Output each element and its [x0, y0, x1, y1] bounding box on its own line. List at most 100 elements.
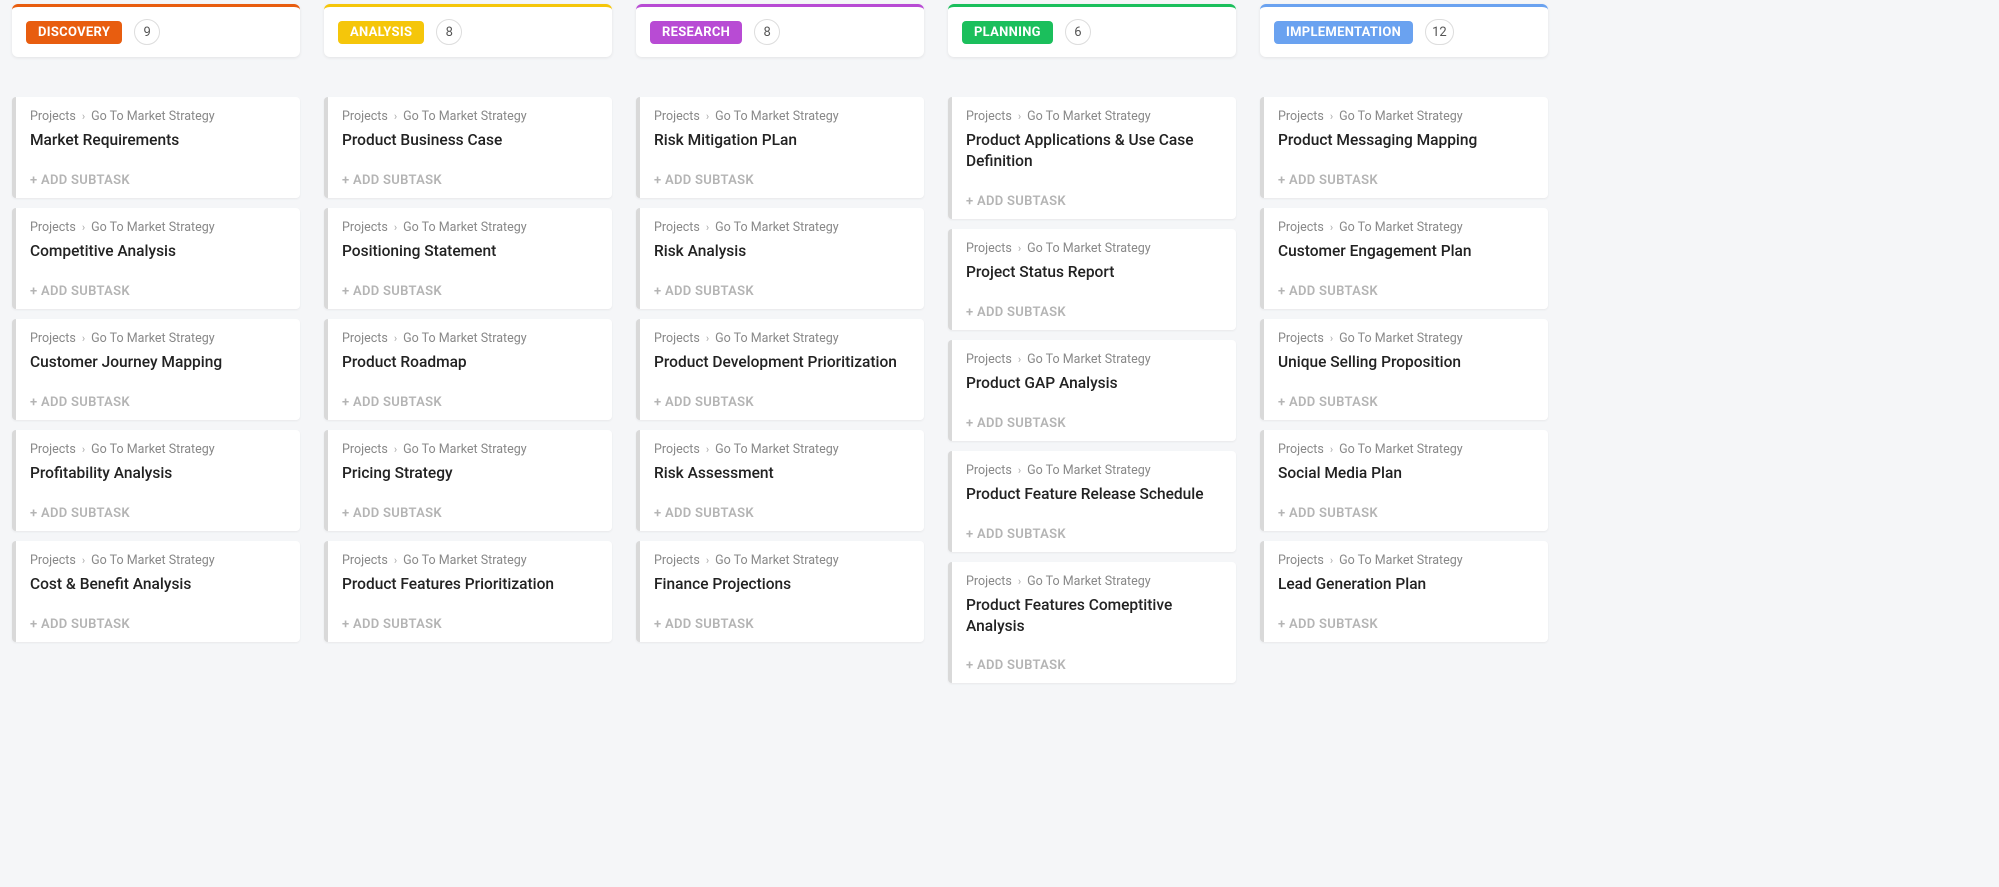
task-title[interactable]: Cost & Benefit Analysis [30, 574, 286, 595]
breadcrumb-leaf[interactable]: Go To Market Strategy [715, 331, 839, 346]
task-title[interactable]: Positioning Statement [342, 241, 598, 262]
add-subtask-button[interactable]: + ADD SUBTASK [342, 173, 598, 188]
breadcrumb[interactable]: Projects›Go To Market Strategy [1278, 109, 1534, 124]
task-card[interactable]: Projects›Go To Market StrategyProduct Ro… [324, 319, 612, 420]
task-title[interactable]: Risk Mitigation PLan [654, 130, 910, 151]
task-card[interactable]: Projects›Go To Market StrategyFinance Pr… [636, 541, 924, 642]
breadcrumb-root[interactable]: Projects [342, 109, 388, 124]
breadcrumb-leaf[interactable]: Go To Market Strategy [91, 442, 215, 457]
task-card[interactable]: Projects›Go To Market Strategy Customer E… [1260, 208, 1548, 309]
task-title[interactable]: Product Features Prioritization [342, 574, 598, 595]
task-card[interactable]: Projects›Go To Market Strategy Project St… [948, 229, 1236, 330]
breadcrumb-leaf[interactable]: Go To Market Strategy [715, 109, 839, 124]
task-title[interactable]: Product Roadmap [342, 352, 598, 373]
breadcrumb-root[interactable]: Projects [966, 241, 1012, 256]
task-title[interactable]: Risk Assessment [654, 463, 910, 484]
breadcrumb-root[interactable]: Projects [654, 442, 700, 457]
column-header-analysis[interactable]: ANALYSIS8 [324, 4, 612, 57]
breadcrumb-root[interactable]: Projects [342, 220, 388, 235]
add-subtask-button[interactable]: + ADD SUBTASK [966, 658, 1222, 673]
breadcrumb[interactable]: Projects›Go To Market Strategy [654, 442, 910, 457]
task-card[interactable]: Projects›Go To Market StrategyProduct Fe… [948, 451, 1236, 552]
task-card[interactable]: Projects›Go To Market Strategy Profitabil… [12, 430, 300, 531]
add-subtask-button[interactable]: + ADD SUBTASK [654, 395, 910, 410]
task-title[interactable]: Unique Selling Proposition [1278, 352, 1534, 373]
task-title[interactable]: Project Status Report [966, 262, 1222, 283]
task-card[interactable]: Projects›Go To Market StrategyRisk Analy… [636, 208, 924, 309]
breadcrumb-root[interactable]: Projects [30, 220, 76, 235]
breadcrumb-root[interactable]: Projects [966, 574, 1012, 589]
task-title[interactable]: Finance Projections [654, 574, 910, 595]
breadcrumb[interactable]: Projects›Go To Market Strategy [966, 109, 1222, 124]
breadcrumb[interactable]: Projects›Go To Market Strategy [966, 241, 1222, 256]
task-card[interactable]: Projects›Go To Market Strategy Positionin… [324, 208, 612, 309]
add-subtask-button[interactable]: + ADD SUBTASK [342, 506, 598, 521]
add-subtask-button[interactable]: + ADD SUBTASK [342, 617, 598, 632]
breadcrumb-root[interactable]: Projects [342, 553, 388, 568]
add-subtask-button[interactable]: + ADD SUBTASK [1278, 506, 1534, 521]
breadcrumb[interactable]: Projects›Go To Market Strategy [30, 331, 286, 346]
breadcrumb-leaf[interactable]: Go To Market Strategy [715, 220, 839, 235]
task-card[interactable]: Projects›Go To Market Strategy Customer J… [12, 319, 300, 420]
task-card[interactable]: Projects›Go To Market Strategy Product Fe… [948, 562, 1236, 684]
breadcrumb[interactable]: Projects›Go To Market Strategy [1278, 442, 1534, 457]
task-title[interactable]: Product Features Comeptitive Analysis [966, 595, 1222, 637]
breadcrumb[interactable]: Projects›Go To Market Strategy [30, 442, 286, 457]
breadcrumb-root[interactable]: Projects [966, 352, 1012, 367]
add-subtask-button[interactable]: + ADD SUBTASK [30, 506, 286, 521]
breadcrumb-root[interactable]: Projects [1278, 553, 1324, 568]
add-subtask-button[interactable]: + ADD SUBTASK [654, 173, 910, 188]
task-title[interactable]: Profitability Analysis [30, 463, 286, 484]
breadcrumb[interactable]: Projects›Go To Market Strategy [654, 331, 910, 346]
breadcrumb[interactable]: Projects›Go To Market Strategy [342, 109, 598, 124]
breadcrumb-leaf[interactable]: Go To Market Strategy [403, 220, 527, 235]
task-card[interactable]: Projects›Go To Market StrategyRisk Mitig… [636, 97, 924, 198]
breadcrumb[interactable]: Projects›Go To Market Strategy [1278, 553, 1534, 568]
breadcrumb[interactable]: Projects›Go To Market Strategy [966, 463, 1222, 478]
breadcrumb[interactable]: Projects›Go To Market Strategy [966, 352, 1222, 367]
task-title[interactable]: Customer Engagement Plan [1278, 241, 1534, 262]
task-card[interactable]: Projects›Go To Market Strategy Product De… [636, 319, 924, 420]
task-card[interactable]: Projects›Go To Market StrategyProduct GA… [948, 340, 1236, 441]
task-card[interactable]: Projects›Go To Market StrategyPricing St… [324, 430, 612, 531]
breadcrumb-leaf[interactable]: Go To Market Strategy [91, 331, 215, 346]
breadcrumb-root[interactable]: Projects [966, 463, 1012, 478]
breadcrumb-leaf[interactable]: Go To Market Strategy [715, 553, 839, 568]
task-title[interactable]: Social Media Plan [1278, 463, 1534, 484]
task-title[interactable]: Market Requirements [30, 130, 286, 151]
breadcrumb-leaf[interactable]: Go To Market Strategy [1027, 109, 1151, 124]
task-title[interactable]: Competitive Analysis [30, 241, 286, 262]
breadcrumb-root[interactable]: Projects [654, 109, 700, 124]
add-subtask-button[interactable]: + ADD SUBTASK [654, 284, 910, 299]
column-header-implementation[interactable]: IMPLEMENTATION12 [1260, 4, 1548, 57]
add-subtask-button[interactable]: + ADD SUBTASK [1278, 173, 1534, 188]
breadcrumb[interactable]: Projects›Go To Market Strategy [654, 220, 910, 235]
task-card[interactable]: Projects›Go To Market StrategyCompetitiv… [12, 208, 300, 309]
task-title[interactable]: Product Business Case [342, 130, 598, 151]
breadcrumb-root[interactable]: Projects [30, 109, 76, 124]
task-card[interactable]: Projects›Go To Market Strategy Product Bu… [324, 97, 612, 198]
task-card[interactable]: Projects›Go To Market StrategyCost & Ben… [12, 541, 300, 642]
breadcrumb[interactable]: Projects›Go To Market Strategy [1278, 331, 1534, 346]
add-subtask-button[interactable]: + ADD SUBTASK [966, 416, 1222, 431]
breadcrumb-leaf[interactable]: Go To Market Strategy [715, 442, 839, 457]
breadcrumb-root[interactable]: Projects [654, 220, 700, 235]
breadcrumb-root[interactable]: Projects [1278, 220, 1324, 235]
breadcrumb-leaf[interactable]: Go To Market Strategy [403, 331, 527, 346]
breadcrumb-leaf[interactable]: Go To Market Strategy [1339, 442, 1463, 457]
task-title[interactable]: Product Development Prioritization [654, 352, 910, 373]
add-subtask-button[interactable]: + ADD SUBTASK [966, 305, 1222, 320]
task-card[interactable]: Projects›Go To Market StrategyProduct Fe… [324, 541, 612, 642]
task-title[interactable]: Pricing Strategy [342, 463, 598, 484]
breadcrumb[interactable]: Projects›Go To Market Strategy [342, 220, 598, 235]
breadcrumb-leaf[interactable]: Go To Market Strategy [403, 442, 527, 457]
task-title[interactable]: Product Messaging Mapping [1278, 130, 1534, 151]
breadcrumb-leaf[interactable]: Go To Market Strategy [1027, 241, 1151, 256]
breadcrumb-root[interactable]: Projects [654, 553, 700, 568]
task-title[interactable]: Customer Journey Mapping [30, 352, 286, 373]
add-subtask-button[interactable]: + ADD SUBTASK [342, 395, 598, 410]
breadcrumb-root[interactable]: Projects [1278, 331, 1324, 346]
breadcrumb-root[interactable]: Projects [966, 109, 1012, 124]
breadcrumb[interactable]: Projects›Go To Market Strategy [966, 574, 1222, 589]
breadcrumb[interactable]: Projects›Go To Market Strategy [1278, 220, 1534, 235]
